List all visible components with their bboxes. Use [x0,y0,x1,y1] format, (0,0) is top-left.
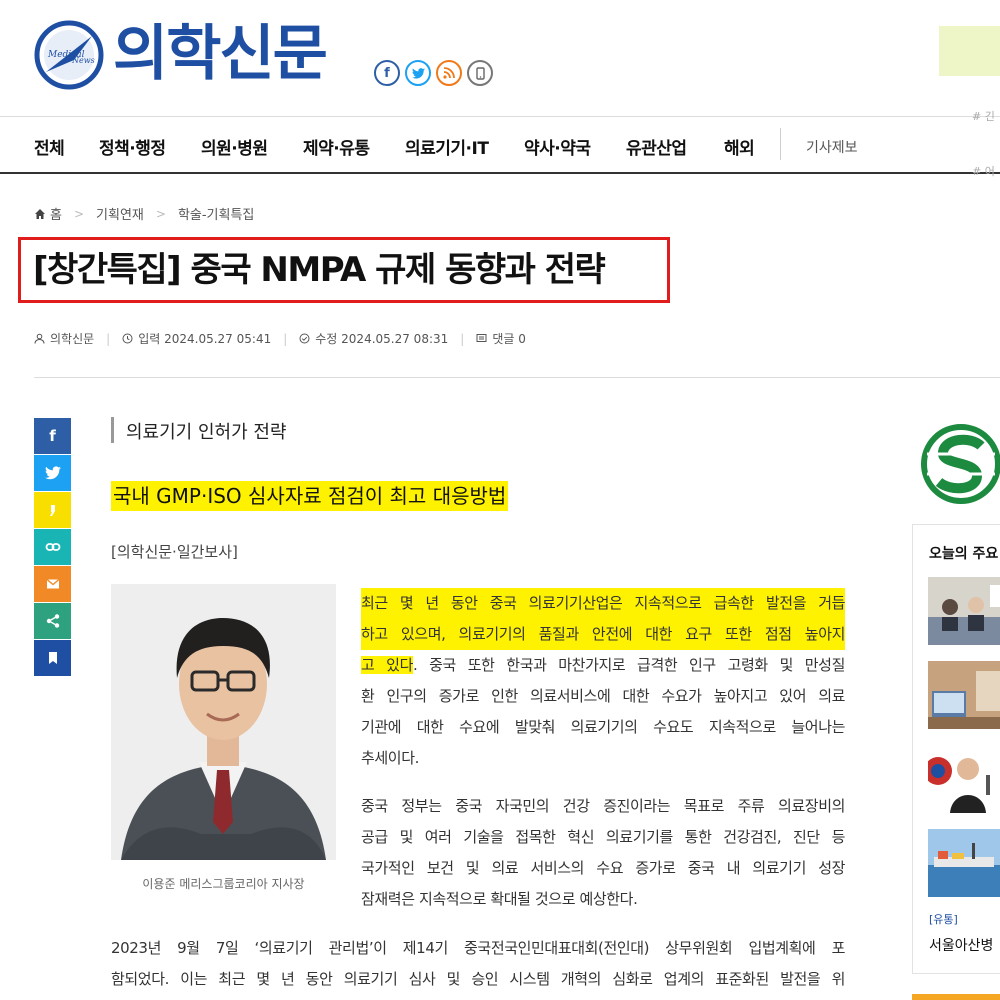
paragraph-line: 추세이다. [361,749,419,767]
nav-divider [780,128,781,160]
chevron-right-icon: > [73,206,85,221]
edge-hashtag-2[interactable]: # 어 [972,163,995,179]
sns-links: f [374,60,493,86]
nav-item-related-industry[interactable]: 유관산업 [626,134,687,159]
share-kakao-icon[interactable] [34,492,71,528]
paragraph-line: 공급 및 여러 기술을 접목한 혁신 의료기기를 통한 건강검진, 진단 등 [361,828,845,846]
nav-item-all[interactable]: 전체 [34,134,65,159]
news-headline[interactable]: 서울아산병 [929,935,993,955]
paragraph-line: 하고 있으며, 의료기기의 품질과 안전에 대한 요구 또한 점점 높아지 [361,619,845,650]
meta-divider-line [34,377,1000,378]
photo-caption: 이용준 메리스그룹코리아 지사장 [142,877,305,891]
share-bar: f [34,418,71,677]
share-link-icon[interactable] [34,529,71,565]
paragraph-line: 기관에 대한 수요에 발맞춰 의료기기의 수요도 지속적으로 늘어나는 [361,718,845,736]
breadcrumb: 홈 > 기획연재 > 학술-기획특집 [34,204,254,223]
article-author[interactable]: 의학신문 [50,330,94,347]
chevron-right-icon: > [155,206,166,221]
home-icon[interactable] [34,208,46,220]
paragraph-line: 중국 정부는 중국 자국민의 건강 증진이라는 목표로 주류 의료장비의 [361,797,845,815]
emblem-text-news: News [71,56,95,65]
meta-divider: | [460,331,465,346]
facebook-icon[interactable]: f [374,60,400,86]
news-thumbnail-1[interactable] [928,577,1000,645]
site-logo-emblem[interactable]: Medical News [34,20,104,90]
main-navigation: 전체 정책·행정 의원·병원 제약·유통 의료기기·IT 약사·약국 유관산업 … [0,116,1000,174]
header-banner-ad[interactable] [939,26,1000,76]
paragraph-line: 2023년 9월 7일 ‘의료기기 관리법’이 제14기 중국전국인민대표대회(… [111,939,845,957]
clock-icon [122,333,133,344]
news-thumbnail-3[interactable] [928,745,1000,813]
breadcrumb-home[interactable]: 홈 [50,204,62,223]
share-facebook-icon[interactable]: f [34,418,71,454]
paragraph-text: . 중국 또한 한국과 마찬가지로 급격한 인구 고령화 및 만성질 [412,656,845,674]
paragraph-line: 잠재력은 지속적으로 확대될 것으로 예상한다. [361,890,638,908]
news-thumbnail-4[interactable] [928,829,1000,897]
site-header: Medical News 의학신문 f [0,0,1000,116]
site-logo-text[interactable]: 의학신문 [113,14,328,94]
news-tip-link[interactable]: 기사제보 [806,137,858,157]
sponsor-logo[interactable] [919,424,1000,504]
nav-item-medical-device-it[interactable]: 의료기기·IT [405,134,489,159]
paragraph-line: 최근 몇 년 동안 중국 의료기기산업은 지속적으로 급속한 발전을 거듭 [361,588,845,619]
news-category-tag[interactable]: [유통] [929,911,958,927]
news-thumbnail-2[interactable] [928,661,1000,729]
highlight-heading: 국내 GMP·ISO 심사자료 점검이 최고 대응방법 [111,481,509,511]
nav-item-clinic-hospital[interactable]: 의원·병원 [201,134,268,159]
rss-icon[interactable] [436,60,462,86]
highlighted-text: 고 있다 [361,656,413,674]
nav-item-policy[interactable]: 정책·행정 [99,134,166,159]
meta-divider: | [106,331,111,346]
bookmark-icon[interactable] [34,640,71,676]
edge-hashtag-1[interactable]: # 긴 [972,108,995,124]
article-paragraph-3: 2023년 9월 7일 ‘의료기기 관리법’이 제14기 중국전국인민대표대회(… [111,933,845,995]
share-mail-icon[interactable] [34,566,71,602]
nav-item-overseas[interactable]: 해외 [724,134,755,159]
check-circle-icon [299,333,310,344]
author-photo[interactable] [111,584,336,860]
nav-item-pharma-distribution[interactable]: 제약·유통 [303,134,370,159]
user-icon [34,333,45,344]
published-date: 입력 2024.05.27 05:41 [138,332,272,346]
article-headline: [창간특집] 중국 NMPA 규제 동향과 전략 [33,250,606,290]
paragraph-line: 함되었다. 이는 최근 몇 년 동안 의료기기 심사 및 승인 시스템 개혁의 … [111,970,845,988]
meta-divider: | [283,331,288,346]
twitter-icon[interactable] [405,60,431,86]
paragraph-line: 환 인구의 증가로 인한 의료서비스에 대한 수요가 높아지고 있어 의료 [361,687,845,705]
breadcrumb-category[interactable]: 학술-기획특집 [178,204,254,223]
article-meta: 의학신문 | 입력 2024.05.27 05:41 | 수정 2024.05.… [34,330,526,347]
paragraph-line: 고 있다. 중국 또한 한국과 마찬가지로 급격한 인구 고령화 및 만성질 [361,650,845,681]
comment-count[interactable]: 댓글 0 [492,330,526,347]
breadcrumb-series[interactable]: 기획연재 [96,204,144,223]
mobile-icon[interactable] [467,60,493,86]
share-twitter-icon[interactable] [34,455,71,491]
article-paragraph-2: 중국 정부는 중국 자국민의 건강 증진이라는 목표로 주류 의료장비의 공급 … [361,791,845,915]
paragraph-line: 국가적인 보건 및 의료 서비스의 수요 증가로 중국 내 의료기기 성장 [361,859,845,877]
bottom-banner[interactable] [912,994,1000,1000]
comment-icon [476,334,487,342]
modified-date: 수정 2024.05.27 08:31 [315,332,449,346]
article-subtitle: 의료기기 인허가 전략 [126,422,287,443]
article-paragraph-1: 최근 몇 년 동안 중국 의료기기산업은 지속적으로 급속한 발전을 거듭 하고… [361,588,845,774]
press-credit: [의학신문·일간보사] [111,543,238,561]
top-news-title: 오늘의 주요 [929,546,999,562]
subtitle-bar [111,417,114,443]
top-news-box: 오늘의 주요 [유통] 서울아산병 [912,524,1000,974]
nav-item-pharmacist[interactable]: 약사·약국 [524,134,591,159]
share-more-icon[interactable] [34,603,71,639]
